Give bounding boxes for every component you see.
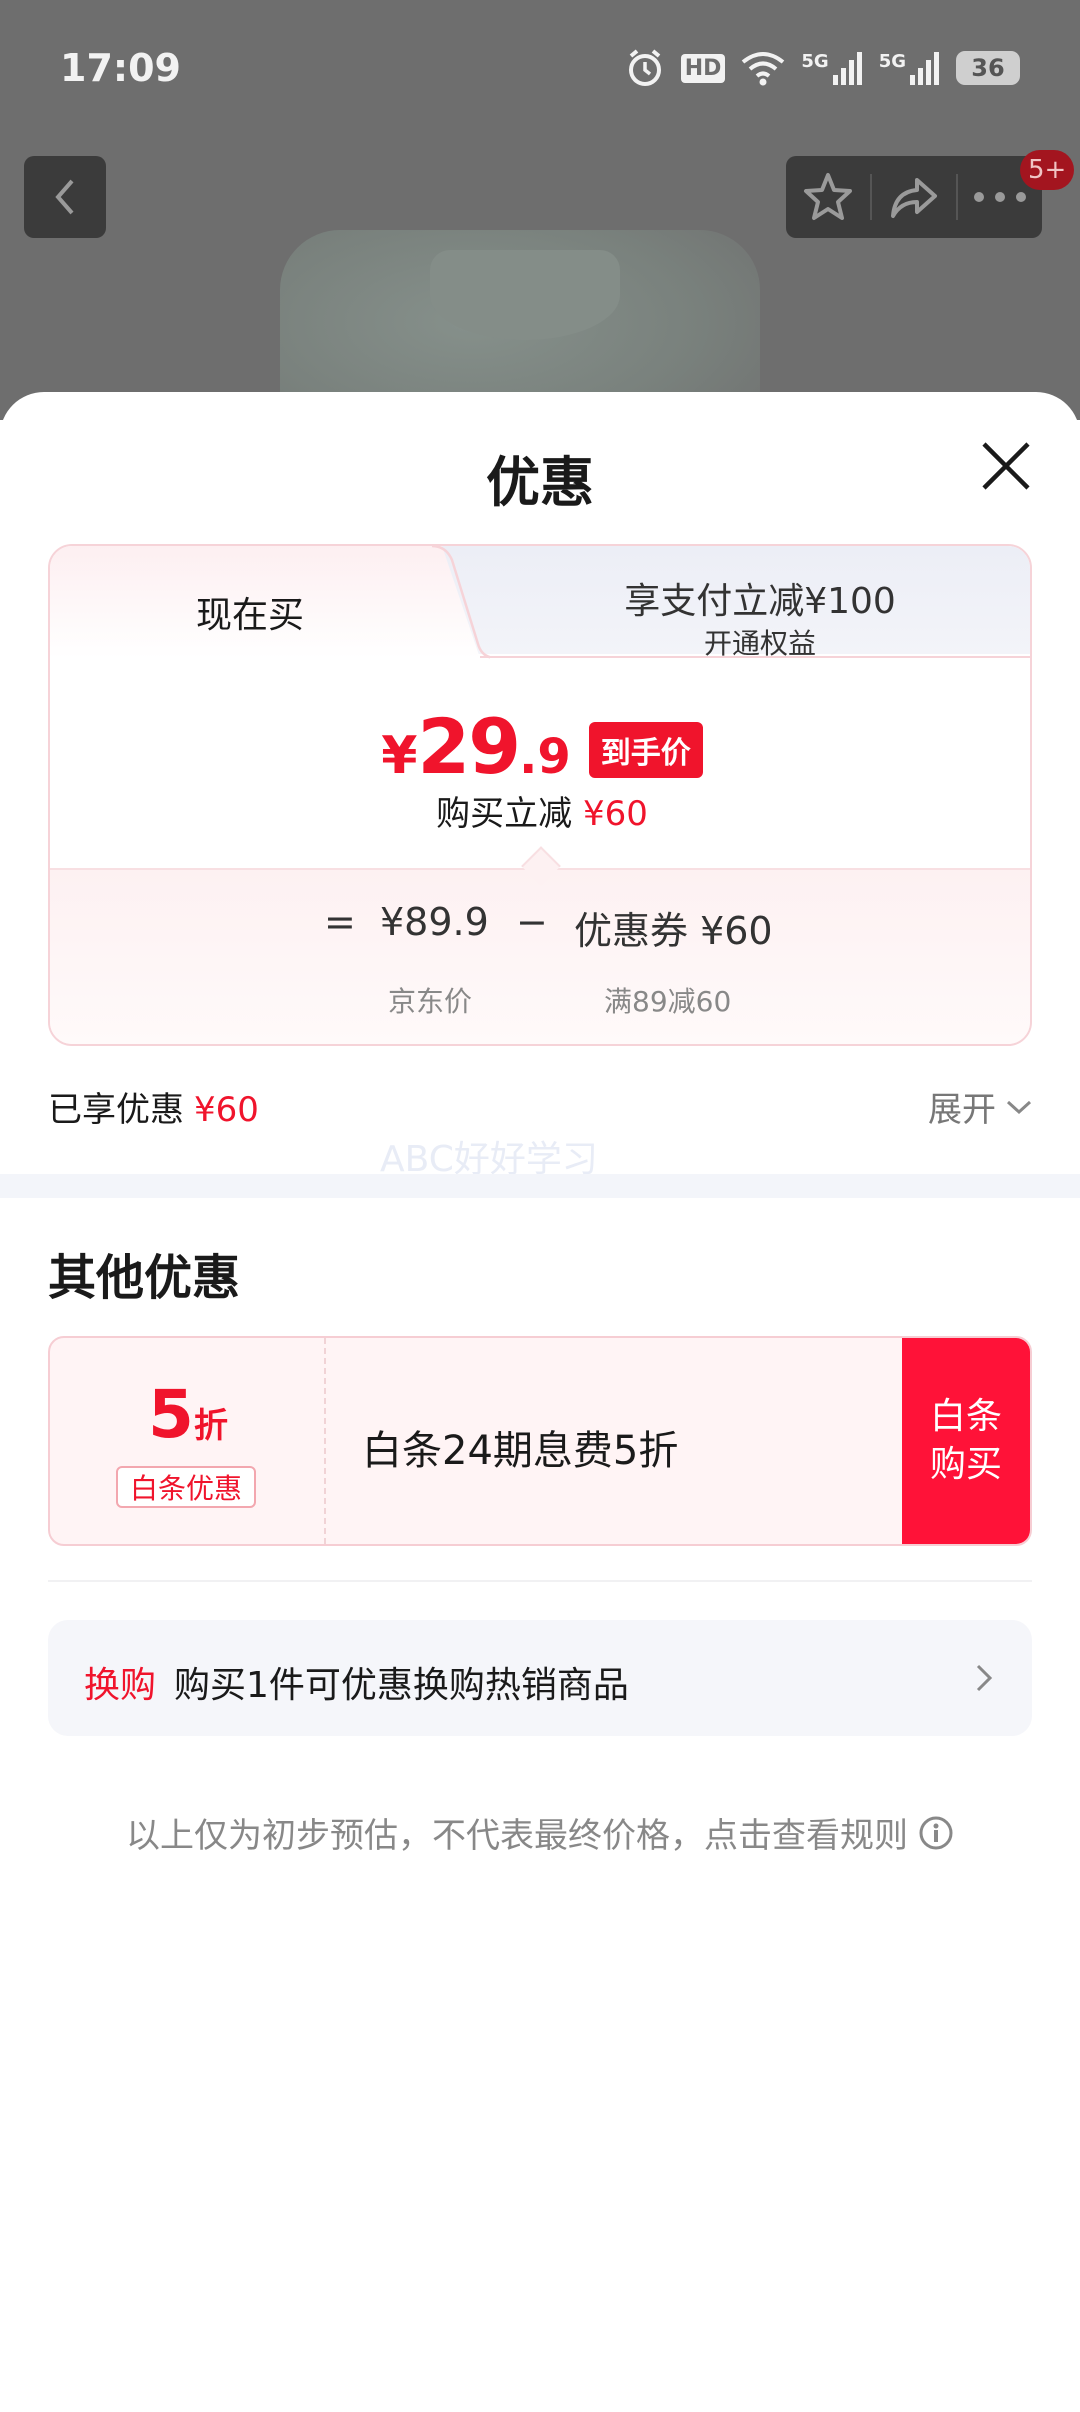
coupon-rate-number: 5	[148, 1376, 194, 1453]
rules-footnote[interactable]: 以上仅为初步预估，不代表最终价格，点击查看规则	[0, 1808, 1080, 1860]
status-time: 17:09	[60, 46, 181, 90]
wifi-icon	[741, 50, 785, 86]
chevron-right-icon	[976, 1664, 993, 1692]
baitiao-coupon: 5折 白条优惠 白条24期息费5折 白条 购买	[48, 1336, 1032, 1546]
sheet-title: 优惠	[486, 451, 594, 514]
enjoyed-amount: ¥60	[194, 1090, 259, 1130]
expand-label: 展开	[928, 1090, 996, 1130]
button-label-line2: 购买	[929, 1444, 1002, 1485]
discount-label: 购买立减	[436, 794, 573, 834]
coupon-rate-block: 5折 白条优惠	[50, 1338, 326, 1544]
price-formula: = ¥89.9 − 优惠券 ¥60	[50, 900, 1030, 953]
promotion-sheet: 优惠 现在买 享支付立减¥100 开通权益 ¥ 29 .9 到手价 购买立减 ¥…	[0, 392, 1080, 2412]
chevron-down-icon	[1006, 1100, 1032, 1114]
close-button[interactable]	[976, 436, 1036, 496]
coupon-rate-unit: 折	[193, 1406, 228, 1446]
price-currency: ¥	[381, 726, 418, 786]
coupon-rate: 5折	[50, 1376, 326, 1453]
base-price: ¥89.9	[380, 900, 489, 944]
baitiao-buy-button[interactable]: 白条 购买	[902, 1338, 1030, 1544]
enjoyed-discount: 已享优惠 ¥60	[48, 1082, 259, 1131]
other-offers-title: 其他优惠	[48, 1250, 241, 1306]
equals-sign: =	[324, 900, 356, 944]
alarm-icon	[625, 48, 665, 88]
enjoyed-label: 已享优惠	[48, 1090, 184, 1130]
base-price-label: 京东价	[388, 985, 473, 1018]
footnote-text: 以上仅为初步预估，不代表最终价格，点击查看规则	[126, 1816, 908, 1856]
button-label-line1: 白条	[929, 1396, 1002, 1437]
discount-summary: 购买立减 ¥60	[50, 786, 1030, 835]
more-icon	[974, 192, 1026, 202]
final-price: ¥ 29 .9 到手价	[50, 702, 1030, 791]
net-label: 5G	[801, 51, 829, 72]
coupon-amount: 优惠券 ¥60	[574, 909, 773, 953]
trade-in-tag: 换购	[84, 1665, 157, 1706]
favorite-button[interactable]	[786, 156, 870, 238]
coupon-condition: 满89减60	[604, 985, 732, 1018]
chevron-left-icon	[55, 179, 74, 215]
coupon-description: 白条24期息费5折	[362, 1428, 679, 1474]
price-integer: 29	[417, 702, 521, 791]
divider	[48, 1580, 1032, 1582]
signal-5g-icon: 5G	[801, 51, 862, 85]
tab-buy-now-label: 现在买	[195, 595, 304, 636]
share-icon	[891, 178, 937, 218]
price-decimal: .9	[519, 729, 571, 785]
final-price-tag: 到手价	[588, 722, 703, 778]
top-action-bar	[786, 156, 1042, 238]
hd-icon: HD	[680, 53, 726, 83]
tab-pay-discount-label: 享支付立减¥100	[624, 581, 896, 622]
trade-in-text: 购买1件可优惠换购热销商品	[174, 1665, 629, 1706]
info-icon	[918, 1815, 954, 1860]
coupon-chip: 白条优惠	[116, 1466, 256, 1508]
price-breakdown: = ¥89.9 − 优惠券 ¥60 京东价 满89减60	[50, 868, 1030, 1044]
notification-badge: 5+	[1020, 150, 1075, 190]
share-button[interactable]	[872, 156, 956, 238]
battery-icon: 36	[956, 51, 1020, 85]
net-label: 5G	[878, 51, 906, 72]
star-icon	[804, 173, 852, 220]
trade-in-row[interactable]: 换购 购买1件可优惠换购热销商品	[48, 1620, 1032, 1736]
discount-amount: ¥60	[582, 794, 648, 834]
section-divider	[0, 1174, 1080, 1198]
back-button[interactable]	[24, 156, 106, 238]
signal-5g-icon: 5G	[879, 51, 940, 85]
status-icons: HD 5G 5G 36	[625, 46, 1020, 90]
expand-button[interactable]: 展开	[928, 1082, 1032, 1131]
product-image-collar	[430, 250, 620, 340]
price-card: 现在买 享支付立减¥100 开通权益 ¥ 29 .9 到手价 购买立减 ¥60 …	[48, 544, 1032, 1046]
hd-label: HD	[680, 53, 726, 83]
divider	[480, 656, 1030, 658]
close-icon	[982, 442, 1030, 490]
minus-sign: −	[516, 900, 548, 944]
status-bar: 17:09 HD 5G 5G 36	[0, 0, 1080, 140]
